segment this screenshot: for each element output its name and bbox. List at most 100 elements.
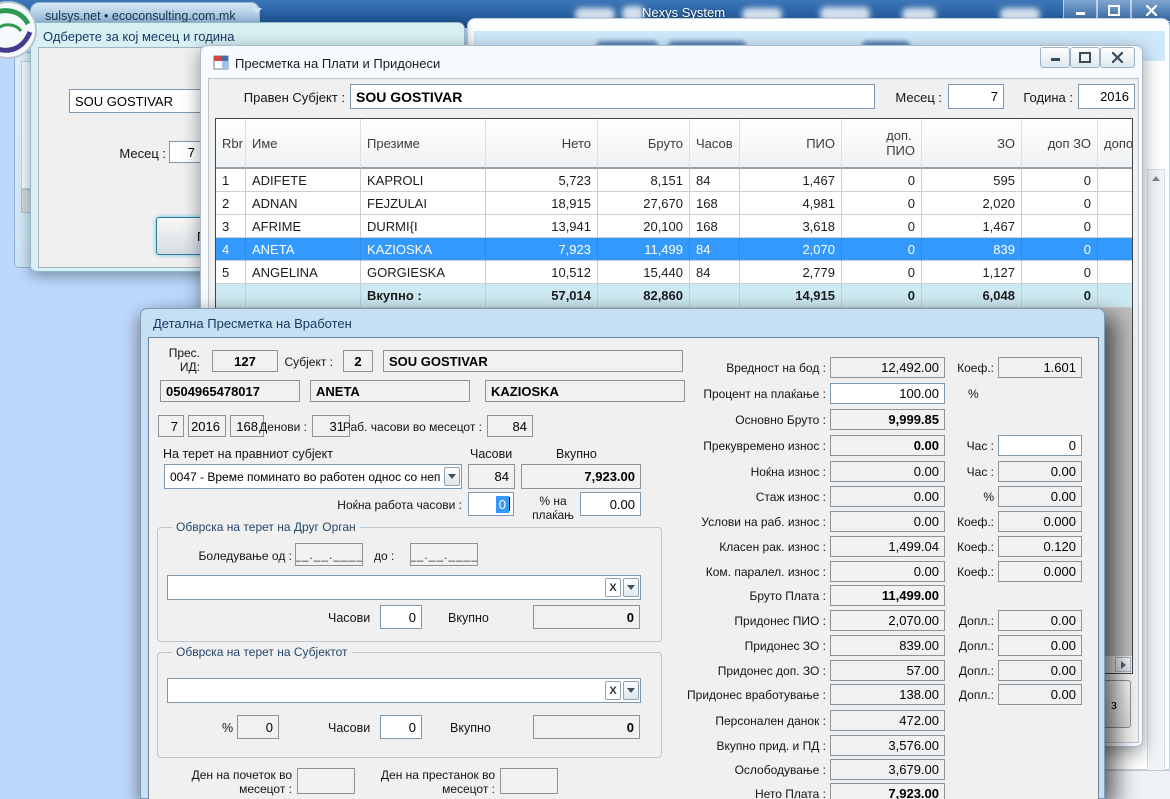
detail-amount-field[interactable]: 472.00 <box>830 710 945 731</box>
detail-extra-field[interactable]: 0.00 <box>998 684 1082 705</box>
grid-cell[interactable]: 13,941 <box>486 215 598 238</box>
detail-extra-field[interactable]: 0.00 <box>998 660 1082 681</box>
grid-cell[interactable]: Име <box>246 119 361 169</box>
grid-cell[interactable]: Часов <box>690 119 740 169</box>
grid-cell[interactable]: 20,100 <box>598 215 690 238</box>
grid-cell[interactable]: 1,127 <box>922 261 1022 284</box>
grid-cell[interactable]: доп ЗО <box>1022 119 1098 169</box>
detail-amount-field[interactable]: 3,679.00 <box>830 759 945 780</box>
grid-header-row[interactable]: RbrИмеПрезимеНетоБрутоЧасовПИОдоп. ПИОЗО… <box>216 119 1132 169</box>
table-row[interactable]: 5ANGELINAGORGIESKA10,51215,440842,77901,… <box>216 261 1132 284</box>
grid-cell[interactable]: 168 <box>690 215 740 238</box>
detail-amount-field[interactable]: 11,499.00 <box>830 585 945 606</box>
grid-cell[interactable]: ПИО <box>740 119 842 169</box>
grid-cell[interactable]: DURMI{I <box>361 215 486 238</box>
grid-cell[interactable] <box>1098 261 1133 284</box>
detail-extra-field[interactable]: 0.00 <box>998 610 1082 631</box>
grid-cell[interactable]: 27,670 <box>598 192 690 215</box>
grid-cell[interactable]: KAZIOSKA <box>361 238 486 261</box>
day-start-field[interactable] <box>297 768 355 794</box>
grid-cell[interactable]: 0 <box>842 215 922 238</box>
grid-cell[interactable]: ADNAN <box>246 192 361 215</box>
detail-amount-field[interactable]: 138.00 <box>830 684 945 705</box>
grid-cell[interactable]: 0 <box>1022 215 1098 238</box>
grid-cell[interactable]: 2,070 <box>740 238 842 261</box>
subject-percent-field[interactable]: 0 <box>237 715 279 739</box>
pay-item-dropdown-button[interactable] <box>444 467 460 486</box>
table-row[interactable]: 2ADNANFEJZULAI18,91527,6701684,98102,020… <box>216 192 1132 215</box>
subject-code-field[interactable]: 2 <box>343 350 373 372</box>
grid-cell[interactable]: 3 <box>216 215 246 238</box>
detail-extra-field[interactable]: 0.00 <box>998 486 1082 507</box>
grid-cell[interactable]: 0 <box>842 261 922 284</box>
subject-combo[interactable]: SOU GOSTIVAR <box>69 89 219 113</box>
detail-year-field[interactable]: 2016 <box>188 415 226 437</box>
subject-field[interactable]: SOU GOSTIVAR <box>350 84 875 109</box>
grid-cell[interactable]: 0 <box>1022 261 1098 284</box>
detail-amount-field[interactable]: 0.00 <box>830 486 945 507</box>
grid-cell[interactable]: ANGELINA <box>246 261 361 284</box>
detail-amount-field[interactable]: 100.00 <box>830 383 945 404</box>
mdi-vertical-scrollbar[interactable] <box>1147 169 1165 789</box>
pay-hours-field[interactable]: 84 <box>468 464 515 489</box>
grid-cell[interactable]: 5 <box>216 261 246 284</box>
grid-cell[interactable]: 839 <box>922 238 1022 261</box>
grid-cell[interactable]: ANETA <box>246 238 361 261</box>
detail-amount-field[interactable]: 0.00 <box>830 435 945 456</box>
detail-amount-field[interactable]: 839.00 <box>830 635 945 656</box>
grid-cell[interactable]: 84 <box>690 238 740 261</box>
grid-cell[interactable]: 0 <box>1022 192 1098 215</box>
detail-amount-field[interactable]: 2,070.00 <box>830 610 945 631</box>
grid-cell[interactable]: Rbr <box>216 119 246 169</box>
grid-cell[interactable]: 7,923 <box>486 238 598 261</box>
grid-cell[interactable]: 0 <box>842 238 922 261</box>
pay-item-combo[interactable]: 0047 - Време поминато во работен однос с… <box>164 464 462 489</box>
grid-cell[interactable]: 1,467 <box>740 169 842 192</box>
detail-extra-field[interactable]: 0.120 <box>998 536 1082 557</box>
month-input[interactable]: 7 <box>169 141 201 163</box>
grid-cell[interactable]: 0 <box>1022 169 1098 192</box>
other-org-combo[interactable] <box>167 575 641 600</box>
detail-extra-field[interactable]: 1.601 <box>998 357 1082 378</box>
detail-amount-field[interactable]: 0.00 <box>830 511 945 532</box>
other-org-hours-input[interactable]: 0 <box>380 605 422 629</box>
detail-extra-field[interactable]: 0.000 <box>998 561 1082 582</box>
tab-dropdown-icon[interactable] <box>252 8 262 14</box>
grid-cell[interactable]: 4 <box>216 238 246 261</box>
payroll-minimize-button[interactable] <box>1040 47 1070 68</box>
detail-amount-field[interactable]: 57.00 <box>830 660 945 681</box>
scroll-up-icon[interactable] <box>1152 176 1160 181</box>
grid-cell[interactable]: Бруто <box>598 119 690 169</box>
grid-cell[interactable]: Нето <box>486 119 598 169</box>
grid-cell[interactable] <box>1098 192 1133 215</box>
subject-obligation-combo[interactable] <box>167 678 641 703</box>
subject-hours-input[interactable]: 0 <box>380 715 422 739</box>
grid-cell[interactable]: ADIFETE <box>246 169 361 192</box>
detail-amount-field[interactable]: 7,923.00 <box>830 783 945 799</box>
grid-cell[interactable]: GORGIESKA <box>361 261 486 284</box>
detail-amount-field[interactable]: 3,576.00 <box>830 735 945 756</box>
grid-cell[interactable]: 595 <box>922 169 1022 192</box>
grid-cell[interactable]: 0 <box>842 192 922 215</box>
grid-cell[interactable]: FEJZULAI <box>361 192 486 215</box>
grid-cell[interactable] <box>1098 169 1133 192</box>
payroll-month-field[interactable]: 7 <box>948 84 1004 109</box>
grid-cell[interactable]: 18,915 <box>486 192 598 215</box>
detail-amount-field[interactable]: 0.00 <box>830 561 945 582</box>
table-row[interactable]: 4ANETAKAZIOSKA7,92311,499842,07008390 <box>216 238 1132 261</box>
grid-cell[interactable]: 15,440 <box>598 261 690 284</box>
detail-amount-field[interactable]: 12,492.00 <box>830 357 945 378</box>
grid-cell[interactable]: ЗО <box>922 119 1022 169</box>
grid-cell[interactable]: 1 <box>216 169 246 192</box>
grid-cell[interactable]: допо <box>1098 119 1133 169</box>
scroll-right-button[interactable] <box>1115 657 1131 672</box>
detail-extra-field[interactable]: 0.00 <box>998 461 1082 482</box>
grid-cell[interactable] <box>1098 238 1133 261</box>
grid-cell[interactable]: 3,618 <box>740 215 842 238</box>
grid-cell[interactable]: 5,723 <box>486 169 598 192</box>
payroll-year-field[interactable]: 2016 <box>1078 84 1135 109</box>
grid-cell[interactable]: 8,151 <box>598 169 690 192</box>
work-hours-field[interactable]: 84 <box>487 415 533 437</box>
detail-amount-field[interactable]: 9,999.85 <box>830 409 945 430</box>
grid-cell[interactable]: 10,512 <box>486 261 598 284</box>
